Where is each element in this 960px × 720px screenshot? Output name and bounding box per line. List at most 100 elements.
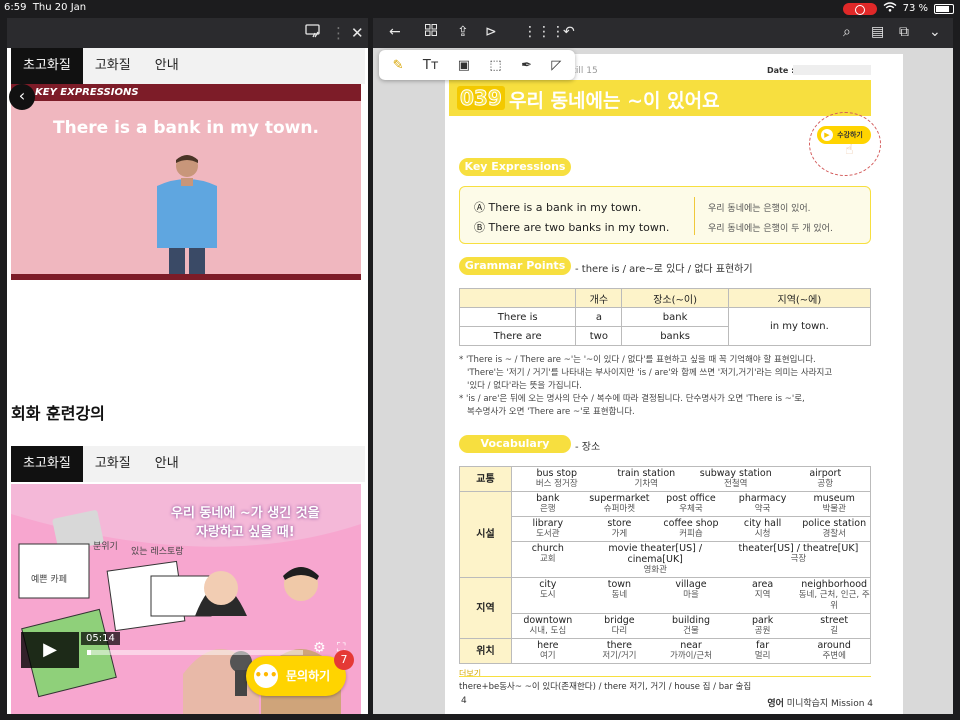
expression-a-translation: 우리 동네에는 은행이 있어. <box>708 204 811 214</box>
play-icon: ▶ <box>821 129 833 141</box>
key-expressions-box: Ⓐ There is a bank in my town. Ⓑ There ar… <box>459 186 871 244</box>
vocab-item: movie theater[US] / cinema[UK] 영화관 <box>584 543 727 576</box>
screen-mirror-icon[interactable] <box>305 24 321 42</box>
worksheet-page: Skill 15 Date : 039 우리 동네에는 ~이 있어요 ▶ 수강하기… <box>445 54 903 714</box>
section-vocabulary: Vocabulary <box>459 435 571 453</box>
vocab-item: bank 은행 <box>512 493 584 515</box>
grid-view-icon[interactable] <box>425 24 437 40</box>
date-label: Date : <box>767 66 795 75</box>
table-header: 지역(~에) <box>727 288 872 308</box>
highlighter-pen-icon[interactable]: ✎ <box>393 58 404 73</box>
video-player-key-expressions[interactable]: KEY EXPRESSIONS There is a bank in my to… <box>11 84 361 280</box>
bookmark-settings-icon[interactable]: ▤ <box>871 24 884 40</box>
vocab-item: there 저기/거기 <box>584 640 656 662</box>
video-caption: There is a bank in my town. <box>53 118 319 138</box>
lesson-number: 039 <box>457 86 505 111</box>
vocab-item: here 여기 <box>512 640 584 662</box>
pointing-hand-icon: ☝ <box>845 142 854 158</box>
vocab-row: 위치 here 여기 there 저기/거기 near 가까이/근처 far 멀리 around 주… <box>459 638 871 664</box>
play-presentation-icon[interactable]: ⊳ <box>485 24 497 40</box>
tab-hd-2[interactable]: 고화질 <box>83 446 143 482</box>
vocab-translation: 시내, 도심 <box>529 626 567 636</box>
wifi-icon <box>883 2 897 15</box>
vocab-word: pharmacy <box>738 493 787 504</box>
vocab-item: post office 우체국 <box>655 493 727 515</box>
vocab-category: 교통 <box>459 466 512 492</box>
vocab-items: bank 은행 supermarket 슈퍼마켓 post office 우체국 pharm… <box>512 493 870 515</box>
vocab-row: 시설 bank 은행 supermarket 슈퍼마켓 post office 우체국 pha… <box>459 491 871 578</box>
vocab-translation: 극장 <box>790 554 807 564</box>
vocab-item: city hall 시청 <box>727 518 799 540</box>
table-cell: banks <box>621 326 729 346</box>
table-cell: bank <box>621 307 729 327</box>
status-time: 6:59 Thu 20 Jan <box>4 2 87 13</box>
tab-uhd-2[interactable]: 초고화질 <box>11 446 83 482</box>
left-pane: ⋮ ✕ 초고화질 고화질 안내 ‹ KEY EXPRESSIONS There … <box>7 18 368 714</box>
handwritten-note: 분위기 <box>93 542 118 552</box>
back-arrow-icon[interactable]: ← <box>389 24 401 40</box>
close-icon[interactable]: ✕ <box>351 24 364 42</box>
vocabulary-description: - 장소 <box>575 442 601 453</box>
screen-record-indicator[interactable] <box>842 2 877 15</box>
vocab-item: store 가게 <box>584 518 656 540</box>
vocab-items-cell: bank 은행 supermarket 슈퍼마켓 post office 우체국 pharm… <box>511 491 871 517</box>
document-toolbar: ← ⇪ ⊳ ⋮⋮⋮ ↶ ⌕ ▤ ⧉ ⌄ <box>373 18 953 48</box>
section-title: 회화 훈련강의 <box>11 404 105 423</box>
vocab-item: park 공원 <box>727 615 799 637</box>
vocab-items: church 교회 movie theater[US] / cinema[UK] 영화… <box>512 543 870 576</box>
back-button[interactable]: ‹ <box>9 84 35 110</box>
lesson-header: 039 우리 동네에는 ~이 있어요 <box>449 80 871 116</box>
chevron-down-icon[interactable]: ⌄ <box>929 24 941 40</box>
inquiry-chat-button[interactable]: ••• 문의하기 <box>246 656 346 696</box>
vocab-items-cell: bus stop 버스 정거장 train station 기차역 subway sta… <box>511 466 871 492</box>
vocab-item: neighborhood 동네, 근처, 인근, 주위 <box>798 579 870 612</box>
table-header <box>458 288 577 308</box>
vocab-word: far <box>756 640 770 651</box>
vocab-translation: 은행 <box>539 504 556 514</box>
search-icon[interactable]: ⌕ <box>843 24 851 40</box>
battery-percent: 73 % <box>902 3 928 14</box>
settings-gear-icon[interactable]: ⚙ <box>313 640 326 656</box>
presenter-figure <box>157 155 217 274</box>
extra-label: 더보기 <box>459 669 482 678</box>
extra-vocabulary: there+be동사~ ~이 있다(존재한다) / there 저기, 거기 /… <box>459 682 752 692</box>
tab-hd[interactable]: 고화질 <box>83 48 143 84</box>
tab-info-2[interactable]: 안내 <box>143 446 191 482</box>
vocab-item: village 마을 <box>655 579 727 612</box>
signature-icon[interactable]: ✒ <box>521 58 532 73</box>
vocab-translation: 우체국 <box>679 504 703 514</box>
image-tool-icon[interactable]: ▣ <box>458 58 470 73</box>
lasso-select-icon[interactable]: ⬚ <box>489 58 501 73</box>
left-toolbar: ⋮ ✕ <box>7 18 368 48</box>
vocab-item: subway station 전철역 <box>691 468 781 490</box>
grammar-description: - there is / are~로 있다 / 없다 표현하기 <box>575 264 753 275</box>
video-progress-bar[interactable] <box>87 650 303 655</box>
vocab-row: 교통 bus stop 버스 정거장 train station 기차역 subway s… <box>459 466 871 492</box>
record-video-icon[interactable]: ⧉ <box>899 24 909 40</box>
sticky-note-icon[interactable]: ◸ <box>551 58 561 73</box>
play-button[interactable]: ▶ <box>21 632 79 668</box>
vocab-items-cell: city 도시 town 동네 village 마을 area 지역 neighborhood 동… <box>511 577 871 614</box>
date-field[interactable] <box>793 65 871 75</box>
apps-grid-icon[interactable]: ⋮⋮⋮ <box>523 24 565 40</box>
section-key-expressions: Key Expressions <box>459 158 571 176</box>
undo-icon[interactable]: ↶ <box>563 24 575 40</box>
table-header: 개수 <box>575 288 623 308</box>
text-tool-icon[interactable]: Tт <box>423 58 439 73</box>
video-banner: KEY EXPRESSIONS <box>11 84 361 101</box>
vocab-word: area <box>751 579 774 590</box>
vocab-item: museum 박물관 <box>798 493 870 515</box>
vocab-translation: 슈퍼마켓 <box>603 504 636 514</box>
take-lesson-button[interactable]: ▶ 수강하기 <box>817 126 871 144</box>
section-grammar-points: Grammar Points <box>459 257 571 275</box>
vocab-translation: 지역 <box>754 590 771 600</box>
divider <box>459 676 871 677</box>
tab-uhd[interactable]: 초고화질 <box>11 48 83 84</box>
grammar-notes: * 'There is ~ / There are ~'는 '~이 있다 / 없… <box>459 354 879 419</box>
tab-info[interactable]: 안내 <box>143 48 191 84</box>
video-bottom-stripe <box>11 274 361 280</box>
vocab-translation: 건물 <box>683 626 699 636</box>
share-icon[interactable]: ⇪ <box>457 24 469 40</box>
vocab-item: around 주변에 <box>798 640 870 662</box>
video-progress-fill <box>87 650 92 655</box>
